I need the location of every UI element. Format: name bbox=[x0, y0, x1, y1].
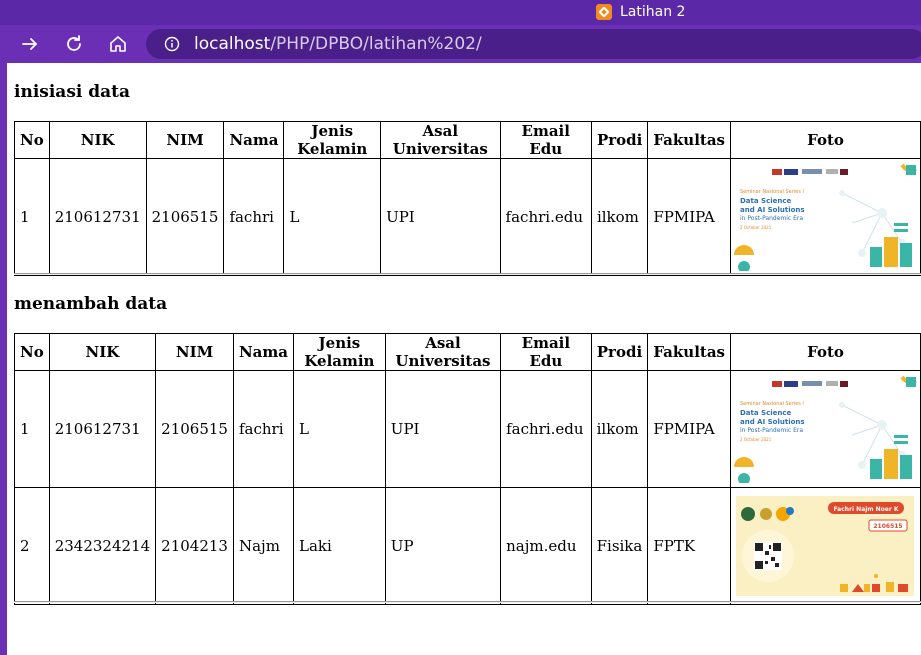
section-heading-menambah: menambah data bbox=[14, 294, 168, 314]
cell-no: 1 bbox=[14, 370, 50, 488]
cell-nama: fachri bbox=[232, 370, 295, 488]
cell-nik: 210612731 bbox=[48, 370, 157, 488]
header-nama: Nama bbox=[232, 333, 295, 371]
table-header-row: No NIK NIM Nama Jenis Kelamin Asal Unive… bbox=[14, 121, 921, 159]
cell-jenis-kelamin: Laki bbox=[293, 487, 386, 605]
cell-nim: 2104213 bbox=[155, 487, 234, 605]
seminar-date: 2 October 2021 bbox=[740, 225, 772, 230]
url-host: localhost bbox=[194, 34, 271, 54]
table-header-row: No NIK NIM Nama Jenis Kelamin Asal Unive… bbox=[14, 333, 921, 371]
table-inisiasi: No NIK NIM Nama Jenis Kelamin Asal Unive… bbox=[14, 121, 921, 276]
cell-fakultas: FPTK bbox=[647, 487, 731, 605]
cell-prodi: ilkom bbox=[590, 370, 649, 488]
table-row: 1 210612731 2106515 fachri L UPI fachri.… bbox=[14, 158, 921, 276]
seminar-series-text: Seminar Nasional Series I bbox=[740, 401, 804, 407]
header-prodi: Prodi bbox=[590, 121, 649, 159]
seminar-series-text: Seminar Nasional Series I bbox=[740, 189, 804, 195]
home-icon bbox=[110, 36, 126, 52]
table-row: 2 2342324214 2104213 Najm Laki UP najm.e… bbox=[14, 487, 921, 605]
cell-jenis-kelamin: L bbox=[283, 158, 382, 276]
cell-email-edu: fachri.edu bbox=[499, 158, 592, 276]
xampp-favicon-icon bbox=[596, 4, 612, 20]
table-menambah: No NIK NIM Nama Jenis Kelamin Asal Unive… bbox=[14, 333, 921, 605]
header-foto: Foto bbox=[730, 121, 921, 159]
window-edge bbox=[0, 63, 7, 655]
header-nim: NIM bbox=[145, 121, 225, 159]
url-path: /PHP/DPBO/latihan%202/ bbox=[270, 34, 482, 54]
header-email-edu: Email Edu bbox=[500, 333, 592, 371]
cell-foto: Fachri Najm Noer K 2106515 bbox=[730, 487, 921, 605]
browser-chrome: Latihan 2 localhost/PHP/DPBO/latihan%202… bbox=[0, 0, 921, 63]
cell-foto: Seminar Nasional Series I Data Science a… bbox=[730, 370, 921, 488]
seminar-poster-image: Seminar Nasional Series I Data Science a… bbox=[732, 163, 919, 271]
cell-no: 2 bbox=[14, 487, 50, 605]
header-asal-universitas: Asal Universitas bbox=[384, 333, 502, 371]
separator bbox=[14, 601, 921, 603]
cell-nim: 2106515 bbox=[145, 158, 225, 276]
seminar-title-line2: and AI Solutions bbox=[740, 206, 805, 214]
card-nim-text: 2106515 bbox=[873, 523, 902, 530]
home-button[interactable] bbox=[105, 31, 131, 57]
seminar-poster-image: Seminar Nasional Series I Data Science a… bbox=[732, 375, 919, 483]
navigation-bar: localhost/PHP/DPBO/latihan%202/ bbox=[0, 25, 921, 63]
header-prodi: Prodi bbox=[590, 333, 649, 371]
seminar-subtitle: in Post-Pandemic Era bbox=[740, 427, 803, 434]
seminar-title-line1: Data Science bbox=[740, 409, 792, 417]
cell-nama: fachri bbox=[223, 158, 285, 276]
seminar-date: 2 October 2021 bbox=[740, 437, 772, 442]
cell-foto: Seminar Nasional Series I Data Science a… bbox=[730, 158, 921, 276]
url-bar[interactable]: localhost/PHP/DPBO/latihan%202/ bbox=[146, 29, 921, 59]
header-fakultas: Fakultas bbox=[647, 121, 731, 159]
header-asal-universitas: Asal Universitas bbox=[380, 121, 501, 159]
section-heading-inisiasi: inisiasi data bbox=[14, 82, 131, 102]
cell-no: 1 bbox=[14, 158, 50, 276]
cell-prodi: Fisika bbox=[590, 487, 649, 605]
card-name-text: Fachri Najm Noer K bbox=[833, 506, 898, 513]
reload-button[interactable] bbox=[61, 31, 87, 57]
forward-button[interactable] bbox=[17, 31, 43, 57]
header-nik: NIK bbox=[48, 333, 157, 371]
header-jenis-kelamin: Jenis Kelamin bbox=[283, 121, 382, 159]
cell-asal-universitas: UP bbox=[384, 487, 502, 605]
name-card-image: Fachri Najm Noer K 2106515 bbox=[736, 496, 914, 596]
separator bbox=[14, 273, 921, 275]
cell-fakultas: FPMIPA bbox=[647, 370, 731, 488]
cell-nik: 210612731 bbox=[48, 158, 147, 276]
header-foto: Foto bbox=[730, 333, 921, 371]
header-fakultas: Fakultas bbox=[647, 333, 731, 371]
cell-prodi: ilkom bbox=[590, 158, 649, 276]
tab-bar: Latihan 2 bbox=[0, 0, 921, 25]
seminar-title-line2: and AI Solutions bbox=[740, 418, 805, 426]
info-icon[interactable] bbox=[164, 36, 180, 52]
cell-nik: 2342324214 bbox=[48, 487, 157, 605]
seminar-title-line1: Data Science bbox=[740, 197, 792, 205]
cell-nim: 2106515 bbox=[155, 370, 234, 488]
cell-nama: Najm bbox=[232, 487, 295, 605]
cell-jenis-kelamin: L bbox=[293, 370, 386, 488]
header-nik: NIK bbox=[48, 121, 147, 159]
url-text[interactable]: localhost/PHP/DPBO/latihan%202/ bbox=[194, 34, 482, 54]
cell-email-edu: fachri.edu bbox=[500, 370, 592, 488]
seminar-subtitle: in Post-Pandemic Era bbox=[740, 215, 803, 222]
reload-icon bbox=[67, 35, 81, 51]
header-no: No bbox=[14, 121, 50, 159]
header-nama: Nama bbox=[223, 121, 285, 159]
arrow-right-icon bbox=[22, 38, 38, 50]
cell-email-edu: najm.edu bbox=[500, 487, 592, 605]
table-row: 1 210612731 2106515 fachri L UPI fachri.… bbox=[14, 370, 921, 488]
cell-asal-universitas: UPI bbox=[384, 370, 502, 488]
cell-asal-universitas: UPI bbox=[380, 158, 501, 276]
header-jenis-kelamin: Jenis Kelamin bbox=[293, 333, 386, 371]
tab-title: Latihan 2 bbox=[620, 4, 686, 20]
browser-tab[interactable]: Latihan 2 bbox=[596, 2, 685, 22]
cell-fakultas: FPMIPA bbox=[647, 158, 731, 276]
header-no: No bbox=[14, 333, 50, 371]
header-email-edu: Email Edu bbox=[499, 121, 592, 159]
header-nim: NIM bbox=[155, 333, 234, 371]
